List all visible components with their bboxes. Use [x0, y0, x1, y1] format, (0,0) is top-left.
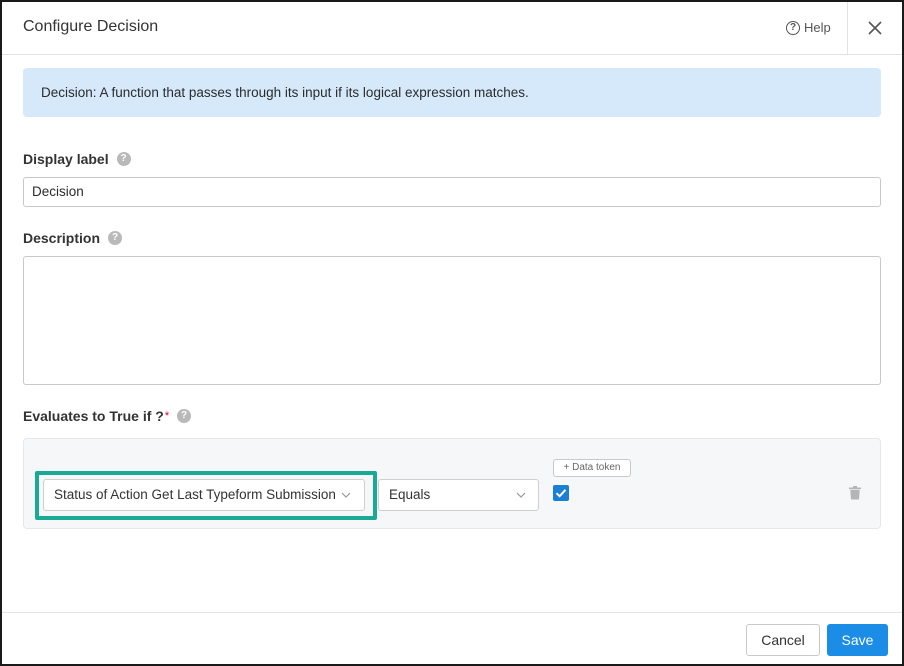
operator-select[interactable]: Equals: [378, 479, 539, 511]
save-button[interactable]: Save: [827, 624, 888, 656]
display-label-heading: Display label ?: [23, 151, 131, 167]
close-icon[interactable]: [864, 17, 886, 39]
description-heading: Description ?: [23, 230, 123, 246]
evaluates-heading: Evaluates to True if ? * ?: [23, 408, 192, 424]
chevron-down-icon: [341, 492, 351, 498]
header-divider: [847, 2, 848, 54]
display-label-input[interactable]: Decision: [23, 177, 881, 207]
cancel-button[interactable]: Cancel: [746, 624, 820, 656]
evaluates-text: Evaluates to True if ?: [23, 408, 164, 424]
question-icon[interactable]: ?: [177, 409, 192, 423]
dialog-header: Configure Decision ? Help: [2, 2, 902, 55]
help-circle-icon: ?: [786, 20, 800, 35]
footer-divider: [2, 612, 902, 613]
data-token-button[interactable]: + Data token: [553, 459, 631, 477]
description-textarea[interactable]: [23, 256, 881, 385]
chevron-down-icon: [516, 492, 526, 498]
configure-decision-dialog: Configure Decision ? Help Decision: A fu…: [0, 0, 904, 666]
question-icon[interactable]: ?: [116, 152, 131, 166]
question-icon[interactable]: ?: [108, 231, 123, 245]
help-link[interactable]: ? Help: [786, 20, 831, 35]
checkmark-icon: [555, 489, 567, 498]
dialog-title: Configure Decision: [23, 18, 159, 35]
required-asterisk: *: [164, 410, 170, 422]
help-label: Help: [804, 20, 831, 35]
operator-value: Equals: [389, 487, 431, 502]
info-banner: Decision: A function that passes through…: [23, 68, 881, 117]
description-text: Description: [23, 230, 101, 246]
left-operand-select[interactable]: Status of Action Get Last Typeform Submi…: [43, 479, 365, 511]
value-checkbox[interactable]: [553, 485, 569, 501]
display-label-text: Display label: [23, 151, 109, 167]
trash-icon[interactable]: [849, 486, 861, 500]
left-operand-value: Status of Action Get Last Typeform Submi…: [54, 487, 336, 502]
